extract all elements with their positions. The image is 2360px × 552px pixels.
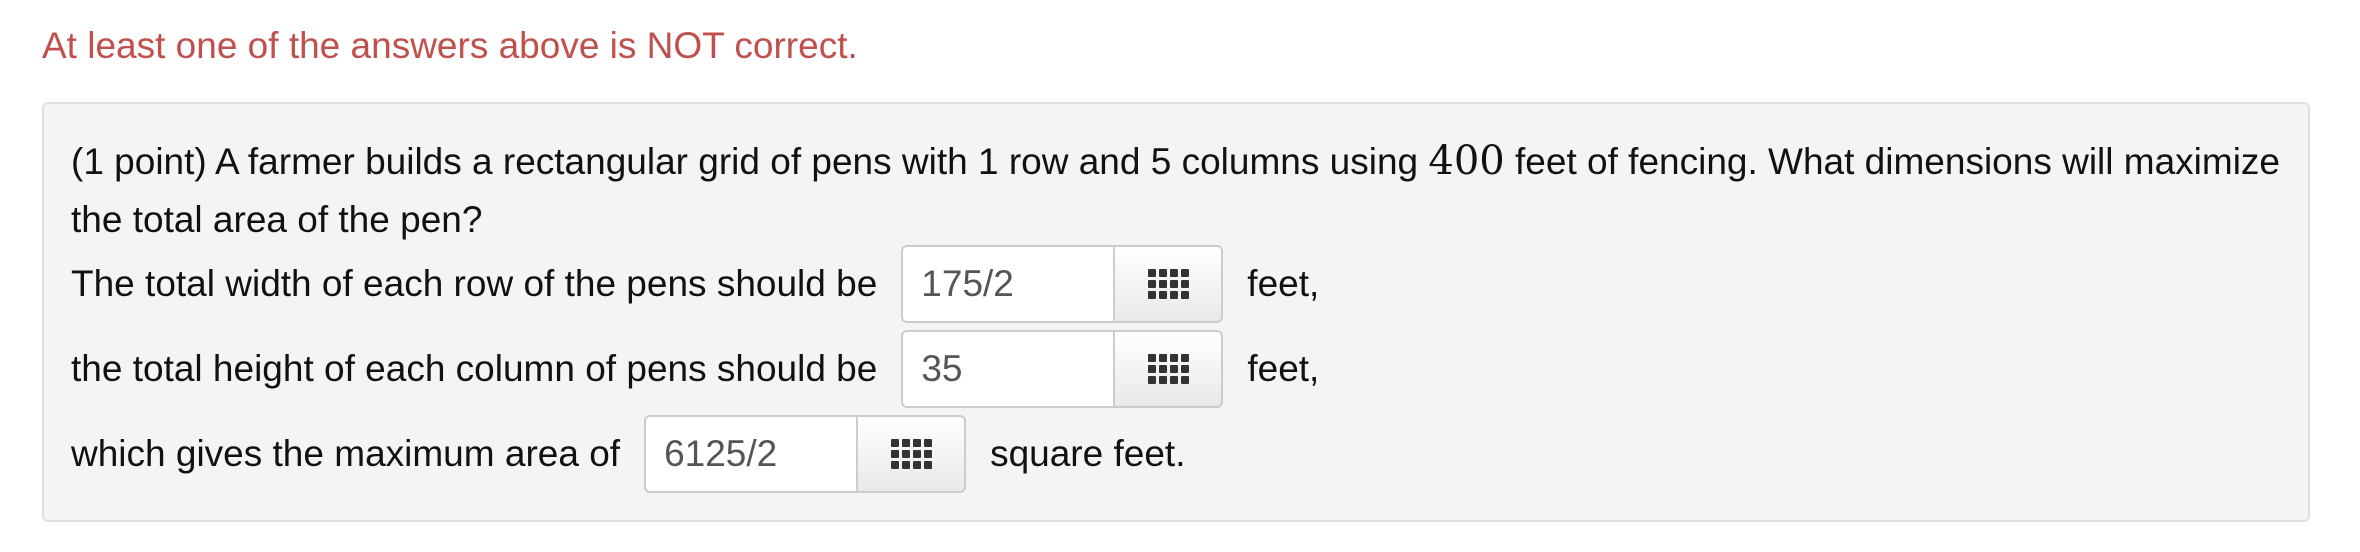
incorrect-answer-message: At least one of the answers above is NOT…: [42, 25, 858, 66]
area-answer-input[interactable]: [644, 415, 857, 493]
height-palette-button[interactable]: [1113, 330, 1224, 408]
width-unit-label: feet,: [1247, 263, 1320, 304]
problem-statement: (1 point) A farmer builds a rectangular …: [71, 132, 2291, 249]
equation-palette-icon: [890, 439, 932, 469]
problem-prompt-start: (1 point) A farmer builds a rectangular …: [71, 141, 1419, 182]
height-answer-input[interactable]: [901, 330, 1114, 408]
area-answer-group: [644, 415, 967, 493]
problem-container: (1 point) A farmer builds a rectangular …: [42, 102, 2310, 522]
area-answer-row: which gives the maximum area of square f…: [71, 414, 1185, 494]
width-answer-input[interactable]: [901, 245, 1114, 323]
height-answer-row: the total height of each column of pens …: [71, 329, 1319, 409]
width-answer-row: The total width of each row of the pens …: [71, 244, 1319, 324]
area-palette-button[interactable]: [856, 415, 967, 493]
width-answer-group: [901, 245, 1224, 323]
height-answer-group: [901, 330, 1224, 408]
equation-palette-icon: [1147, 269, 1189, 299]
height-prompt-label: the total height of each column of pens …: [71, 348, 878, 389]
area-prompt-label: which gives the maximum area of: [71, 433, 621, 474]
equation-palette-icon: [1147, 354, 1189, 384]
width-prompt-label: The total width of each row of the pens …: [71, 263, 878, 304]
area-unit-label: square feet.: [990, 433, 1186, 474]
fence-length-value: 400: [1428, 138, 1505, 184]
height-unit-label: feet,: [1247, 348, 1320, 389]
width-palette-button[interactable]: [1113, 245, 1224, 323]
